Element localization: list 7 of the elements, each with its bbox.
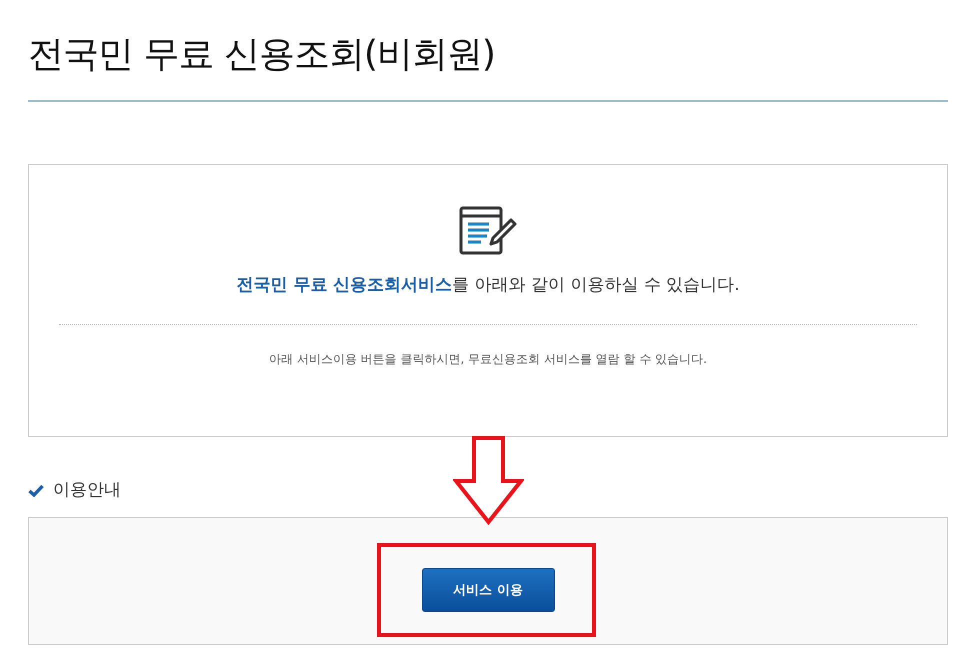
intro-headline: 전국민 무료 신용조회서비스를 아래와 같이 이용하실 수 있습니다. bbox=[236, 274, 740, 297]
document-pencil-icon bbox=[459, 206, 517, 256]
service-button[interactable]: 서비스 이용 bbox=[422, 568, 554, 612]
checkmark-icon bbox=[28, 484, 44, 496]
section-heading: 이용안내 bbox=[53, 479, 121, 502]
page-title: 전국민 무료 신용조회(비회원) bbox=[28, 33, 496, 77]
intro-note: 아래 서비스이용 버튼을 클릭하시면, 무료신용조회 서비스를 열람 할 수 있습니다. bbox=[269, 351, 707, 368]
